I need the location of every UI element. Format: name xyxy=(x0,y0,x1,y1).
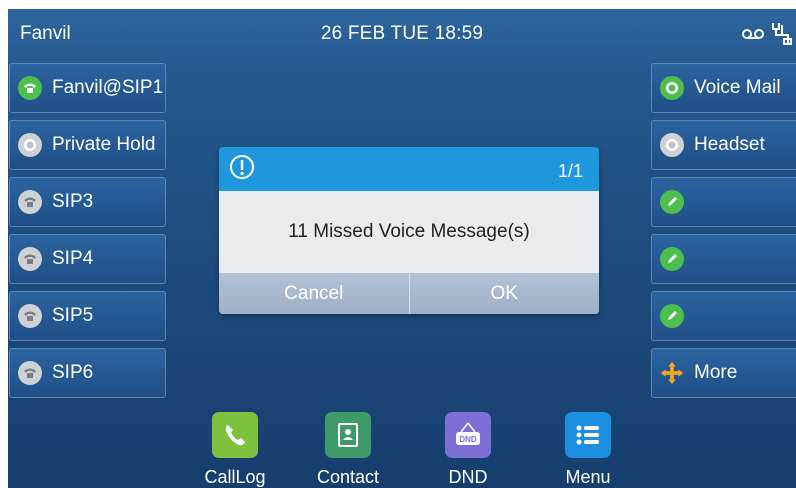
headset-key-icon xyxy=(660,133,684,157)
softkey-dnd[interactable]: DND DND xyxy=(428,412,508,488)
voicemail-key-icon xyxy=(660,76,684,100)
line-key-label: SIP6 xyxy=(52,362,94,383)
phone-unregistered-icon xyxy=(18,361,42,385)
dialog-message: 11 Missed Voice Message(s) xyxy=(219,191,599,273)
dss-key-headset[interactable]: Headset xyxy=(651,120,796,170)
contact-icon xyxy=(325,412,371,458)
edit-icon xyxy=(660,190,684,214)
dss-key-label: Voice Mail xyxy=(694,77,781,98)
softkey-label: DND xyxy=(448,467,488,487)
softkey-label: Menu xyxy=(565,467,611,487)
dss-key-empty-2[interactable] xyxy=(651,234,796,284)
softkey-label: CallLog xyxy=(204,467,266,487)
line-key-sip1[interactable]: Fanvil@SIP1 xyxy=(9,63,166,113)
phone-unregistered-icon xyxy=(18,190,42,214)
line-key-private-hold[interactable]: Private Hold xyxy=(9,120,166,170)
softkey-calllog[interactable]: CallLog xyxy=(195,412,275,488)
status-icons xyxy=(742,21,792,50)
dss-key-empty-3[interactable] xyxy=(651,291,796,341)
phone-screen: Fanvil 26 FEB TUE 18:59 Fanvil@SIP1 Priv… xyxy=(8,9,796,488)
line-key-label: Fanvil@SIP1 xyxy=(52,77,164,98)
dialog-button-bar: Cancel OK xyxy=(219,273,599,314)
line-key-label: Private Hold xyxy=(52,134,156,155)
alert-icon xyxy=(229,154,254,179)
svg-text:DND: DND xyxy=(459,435,477,444)
dss-key-label: Headset xyxy=(694,134,765,155)
line-key-sip4[interactable]: SIP4 xyxy=(9,234,166,284)
line-key-sip6[interactable]: SIP6 xyxy=(9,348,166,398)
dss-key-more[interactable]: More xyxy=(651,348,796,398)
edit-icon xyxy=(660,247,684,271)
line-key-sip5[interactable]: SIP5 xyxy=(9,291,166,341)
phone-registered-icon xyxy=(18,76,42,100)
private-hold-icon xyxy=(18,133,42,157)
softkey-label: Contact xyxy=(316,467,380,487)
edit-icon xyxy=(660,304,684,328)
dss-key-label: More xyxy=(694,362,738,383)
voicemail-icon xyxy=(742,26,764,45)
dss-key-voice-mail[interactable]: Voice Mail xyxy=(651,63,796,113)
line-key-sip3[interactable]: SIP3 xyxy=(9,177,166,227)
status-bar: Fanvil 26 FEB TUE 18:59 xyxy=(8,9,796,59)
phone-unregistered-icon xyxy=(18,304,42,328)
dss-key-empty-1[interactable] xyxy=(651,177,796,227)
line-key-label: SIP3 xyxy=(52,191,94,212)
missed-voicemail-dialog: 1/1 11 Missed Voice Message(s) Cancel OK xyxy=(219,147,599,314)
network-icon xyxy=(770,21,792,50)
date-time: 26 FEB TUE 18:59 xyxy=(320,23,484,44)
dnd-icon: DND xyxy=(445,412,491,458)
softkey-menu[interactable]: Menu xyxy=(548,412,628,488)
phone-unregistered-icon xyxy=(18,247,42,271)
menu-icon xyxy=(565,412,611,458)
line-key-label: SIP5 xyxy=(52,305,94,326)
dialog-page-indicator: 1/1 xyxy=(557,161,583,181)
line-key-label: SIP4 xyxy=(52,248,94,269)
more-arrows-icon xyxy=(660,361,684,385)
ok-button[interactable]: OK xyxy=(408,273,599,314)
call-log-icon xyxy=(212,412,258,458)
dialog-header: 1/1 xyxy=(219,147,599,191)
softkey-contact[interactable]: Contact xyxy=(308,412,388,488)
cancel-button[interactable]: Cancel xyxy=(219,273,409,314)
